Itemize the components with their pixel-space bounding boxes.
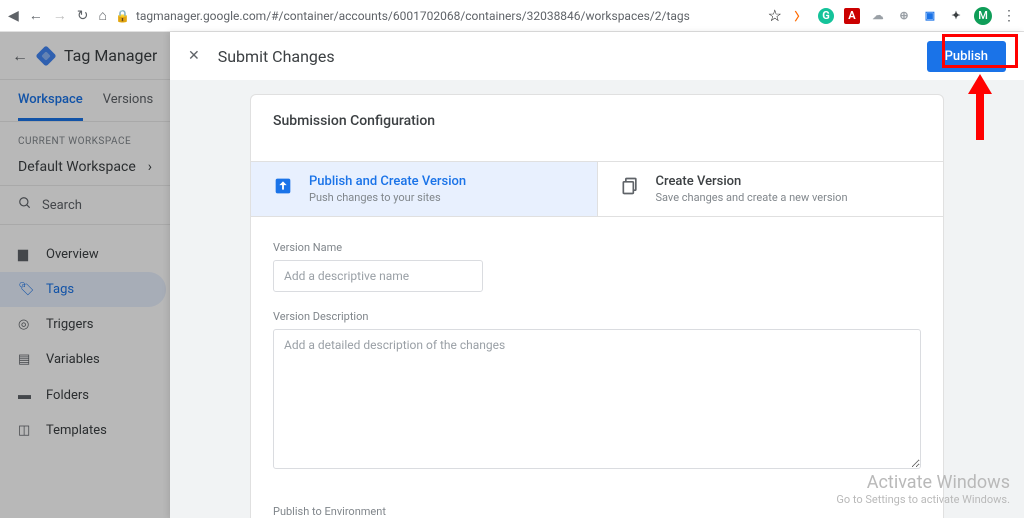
- publish-button[interactable]: Publish: [927, 41, 1006, 72]
- submit-dialog: ✕ Submit Changes Publish Submission Conf…: [170, 32, 1024, 518]
- caret-left-icon[interactable]: ◀: [8, 8, 19, 24]
- version-icon: [618, 174, 642, 198]
- close-icon[interactable]: ✕: [188, 48, 200, 64]
- grammarly-icon[interactable]: G: [818, 8, 834, 24]
- address-bar[interactable]: 🔒 tagmanager.google.com/#/container/acco…: [115, 9, 760, 23]
- dialog-header: ✕ Submit Changes Publish: [170, 32, 1024, 80]
- url-text: tagmanager.google.com/#/container/accoun…: [136, 9, 690, 23]
- option-title: Publish and Create Version: [309, 174, 466, 189]
- globe-icon[interactable]: ⊕: [896, 8, 912, 24]
- version-name-label: Version Name: [273, 241, 921, 254]
- option-subtitle: Save changes and create a new version: [656, 191, 848, 204]
- lock-icon: 🔒: [115, 9, 130, 23]
- option-row: Publish and Create Version Push changes …: [251, 161, 943, 217]
- sidebar-wrapper: ← Tag Manager Workspace Versions CURRENT…: [0, 32, 170, 518]
- option-publish-create[interactable]: Publish and Create Version Push changes …: [251, 162, 597, 216]
- reload-icon[interactable]: ↻: [77, 8, 89, 24]
- publish-icon: [271, 174, 295, 198]
- chrome-actions: ☆ 〉 G A ☁ ⊕ ▣ ✦ M ⋮: [768, 6, 1016, 25]
- version-desc-textarea[interactable]: [273, 329, 921, 469]
- dialog-title: Submit Changes: [218, 47, 335, 66]
- browser-chrome: ◀ ← → ↻ ⌂ 🔒 tagmanager.google.com/#/cont…: [0, 0, 1024, 32]
- environment-label: Publish to Environment: [273, 505, 921, 518]
- dialog-body: Submission Configuration Publish and Cre…: [170, 80, 1024, 518]
- option-create-version[interactable]: Create Version Save changes and create a…: [597, 162, 944, 216]
- option-subtitle: Push changes to your sites: [309, 191, 466, 204]
- sidebar-overlay: [0, 32, 170, 518]
- cloud-icon[interactable]: ☁: [870, 8, 886, 24]
- environment-section: Publish to Environment ➤ Live ✎: [251, 491, 943, 518]
- back-icon[interactable]: ←: [29, 7, 43, 24]
- version-desc-label: Version Description: [273, 310, 921, 323]
- browser-nav: ◀ ← → ↻ ⌂: [8, 7, 107, 24]
- kebab-icon[interactable]: ⋮: [1002, 8, 1016, 24]
- home-icon[interactable]: ⌂: [99, 7, 107, 24]
- adobe-icon[interactable]: A: [844, 8, 860, 24]
- puzzle-icon[interactable]: ✦: [948, 8, 964, 24]
- section-title: Submission Configuration: [273, 113, 921, 129]
- extension-icon[interactable]: 〉: [792, 8, 808, 24]
- version-name-input[interactable]: [273, 260, 483, 292]
- star-icon[interactable]: ☆: [768, 6, 782, 25]
- extension-generic-icon[interactable]: ▣: [922, 8, 938, 24]
- forward-icon: →: [53, 7, 67, 24]
- app-root: ← Tag Manager Workspace Versions CURRENT…: [0, 32, 1024, 518]
- profile-avatar[interactable]: M: [974, 7, 992, 25]
- submission-card: Submission Configuration Publish and Cre…: [250, 94, 944, 518]
- option-title: Create Version: [656, 174, 848, 189]
